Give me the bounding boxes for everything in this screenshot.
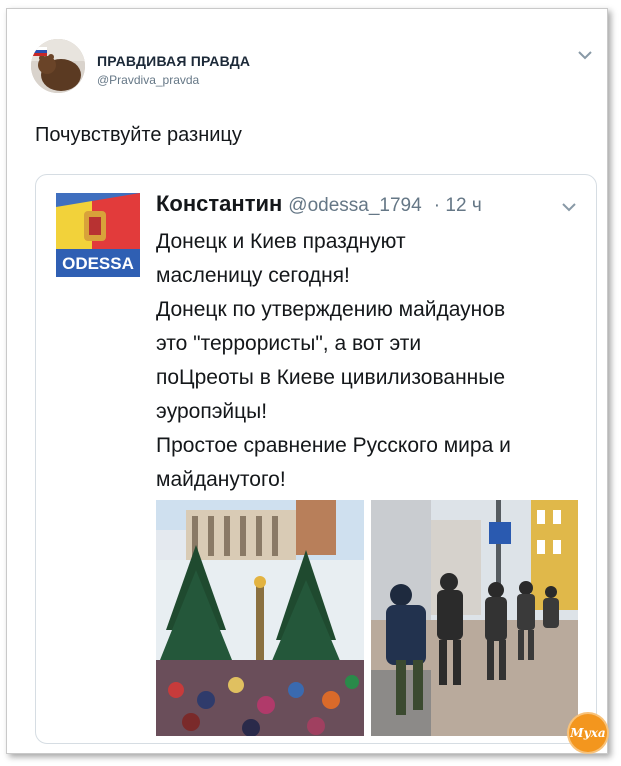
quoted-tweet[interactable]: ODESSA Константин @odessa_1794 · 12 ч Дон…	[35, 174, 597, 744]
quoted-line: Донецк по утверждению майдаунов	[156, 298, 506, 321]
tweet-text: Почувствуйте разницу	[35, 124, 242, 146]
quoted-avatar[interactable]: ODESSA	[56, 193, 140, 277]
quoted-time[interactable]: · 12 ч	[434, 195, 482, 216]
quoted-line: Простое сравнение Русского мира и	[156, 434, 511, 457]
quoted-header: Константин @odessa_1794 · 12 ч	[156, 191, 482, 217]
quoted-handle[interactable]: @odessa_1794	[288, 195, 421, 216]
watermark-logo: Муха	[569, 714, 607, 752]
quoted-text: Донецк и Киев празднуют масленицу сегодн…	[156, 225, 586, 497]
chevron-down-icon[interactable]	[577, 49, 593, 61]
quoted-line: это "террористы", а вот эти	[156, 332, 422, 355]
quoted-line: Донецк и Киев празднуют	[156, 230, 406, 253]
user-handle[interactable]: @Pravdiva_pravda	[97, 73, 199, 87]
display-name[interactable]: ПРАВДИВАЯ ПРАВДА	[97, 53, 250, 69]
quoted-line: эуропэйцы!	[156, 400, 268, 423]
quoted-name[interactable]: Константин	[156, 191, 282, 216]
tweet-card: ПРАВДИВАЯ ПРАВДА @Pravdiva_pravda Почувс…	[6, 8, 608, 754]
quoted-line: поЦреоты в Киеве цивилизованные	[156, 366, 506, 389]
quoted-avatar-label: ODESSA	[62, 254, 134, 273]
photo-kiev-clash[interactable]	[371, 500, 578, 736]
quoted-line: масленицу сегодня!	[156, 264, 350, 287]
chevron-down-icon[interactable]	[561, 201, 577, 213]
quoted-line: майданутого!	[156, 468, 286, 491]
photo-donetsk-festival[interactable]	[156, 500, 364, 736]
avatar[interactable]	[31, 39, 85, 93]
